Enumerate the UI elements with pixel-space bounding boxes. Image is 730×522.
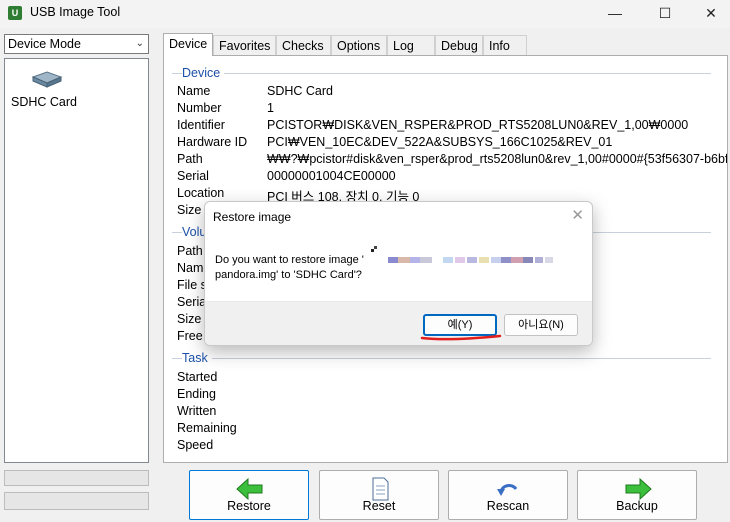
- red-underline-annotation: [420, 334, 502, 341]
- title-bar: U USB Image Tool — ☐ ✕: [0, 0, 730, 28]
- arrow-right-icon: [625, 477, 652, 501]
- no-button[interactable]: 아니요(N): [504, 314, 578, 336]
- backup-label: Backup: [616, 499, 658, 513]
- backup-button[interactable]: Backup: [577, 470, 697, 520]
- dialog-title: Restore image: [213, 210, 292, 224]
- status-bar: [4, 492, 149, 510]
- label-written: Written: [177, 404, 217, 418]
- app-icon: U: [8, 6, 22, 20]
- value-number: 1: [267, 101, 274, 115]
- arrow-left-icon: [236, 477, 263, 501]
- value-name: SDHC Card: [267, 84, 333, 98]
- restore-label: Restore: [227, 499, 271, 513]
- label-volume-path: Path: [177, 244, 203, 258]
- label-ending: Ending: [177, 387, 216, 401]
- rescan-label: Rescan: [486, 499, 530, 513]
- tab-options[interactable]: Options: [331, 35, 387, 56]
- dialog-message: Do you want to restore image ' pandora.i…: [215, 253, 383, 283]
- label-number: Number: [177, 101, 222, 115]
- dialog-message-line2: pandora.img' to 'SDHC Card'?: [215, 269, 362, 281]
- label-free: Free: [177, 329, 203, 343]
- chevron-down-icon: ⌄: [135, 38, 144, 49]
- value-hardware-id: PCI₩VEN_10EC&DEV_522A&SUBSYS_166C1025&RE…: [267, 135, 613, 149]
- tab-device[interactable]: Device: [163, 33, 213, 56]
- label-size: Size: [177, 203, 202, 217]
- restore-image-dialog: Restore image ✕ Do you want to restore i…: [204, 201, 593, 346]
- label-speed: Speed: [177, 438, 214, 452]
- minimize-button[interactable]: —: [592, 0, 638, 28]
- label-started: Started: [177, 370, 218, 384]
- dialog-message-line1: Do you want to restore image ': [215, 254, 364, 266]
- label-identifier: Identifier: [177, 118, 225, 132]
- dialog-close-icon[interactable]: ✕: [571, 206, 584, 224]
- device-list[interactable]: SDHC Card: [4, 58, 149, 463]
- label-location: Location: [177, 186, 225, 200]
- tab-favorites[interactable]: Favorites: [213, 35, 276, 56]
- document-icon: [372, 477, 389, 501]
- label-name: Name: [177, 84, 211, 98]
- label-serial: Serial: [177, 169, 209, 183]
- close-button[interactable]: ✕: [688, 0, 730, 28]
- label-volume-size: Size: [177, 312, 202, 326]
- progress-bar: [4, 470, 149, 486]
- reset-button[interactable]: Reset: [319, 470, 439, 520]
- device-label: SDHC Card: [11, 95, 77, 109]
- tab-log[interactable]: Log: [387, 35, 435, 56]
- reset-label: Reset: [362, 499, 396, 513]
- tab-debug[interactable]: Debug: [435, 35, 483, 56]
- value-path: ₩₩?₩pcistor#disk&ven_rsper&prod_rts5208l…: [267, 152, 728, 166]
- rescan-button[interactable]: Rescan: [448, 470, 568, 520]
- refresh-icon: [497, 484, 518, 496]
- section-divider: [172, 73, 711, 74]
- tab-checks[interactable]: Checks: [276, 35, 331, 56]
- maximize-button[interactable]: ☐: [642, 0, 688, 28]
- section-divider: [172, 358, 711, 359]
- window-title: USB Image Tool: [30, 5, 121, 19]
- value-serial: 00000001004CE00000: [267, 169, 396, 183]
- device-mode-value: Device Mode: [8, 37, 81, 51]
- dialog-footer: 예(Y) 아니요(N): [205, 301, 592, 345]
- device-mode-select[interactable]: Device Mode ⌄: [4, 34, 149, 54]
- label-remaining: Remaining: [177, 421, 237, 435]
- section-title-task: Task: [182, 351, 212, 365]
- label-path: Path: [177, 152, 203, 166]
- value-identifier: PCISTOR₩DISK&VEN_RSPER&PROD_RTS5208LUN0&…: [267, 118, 689, 132]
- label-hardware-id: Hardware ID: [177, 135, 248, 149]
- section-title-device: Device: [182, 66, 225, 80]
- restore-button[interactable]: Restore: [189, 470, 309, 520]
- sd-card-icon: [31, 71, 63, 88]
- tab-info[interactable]: Info: [483, 35, 527, 56]
